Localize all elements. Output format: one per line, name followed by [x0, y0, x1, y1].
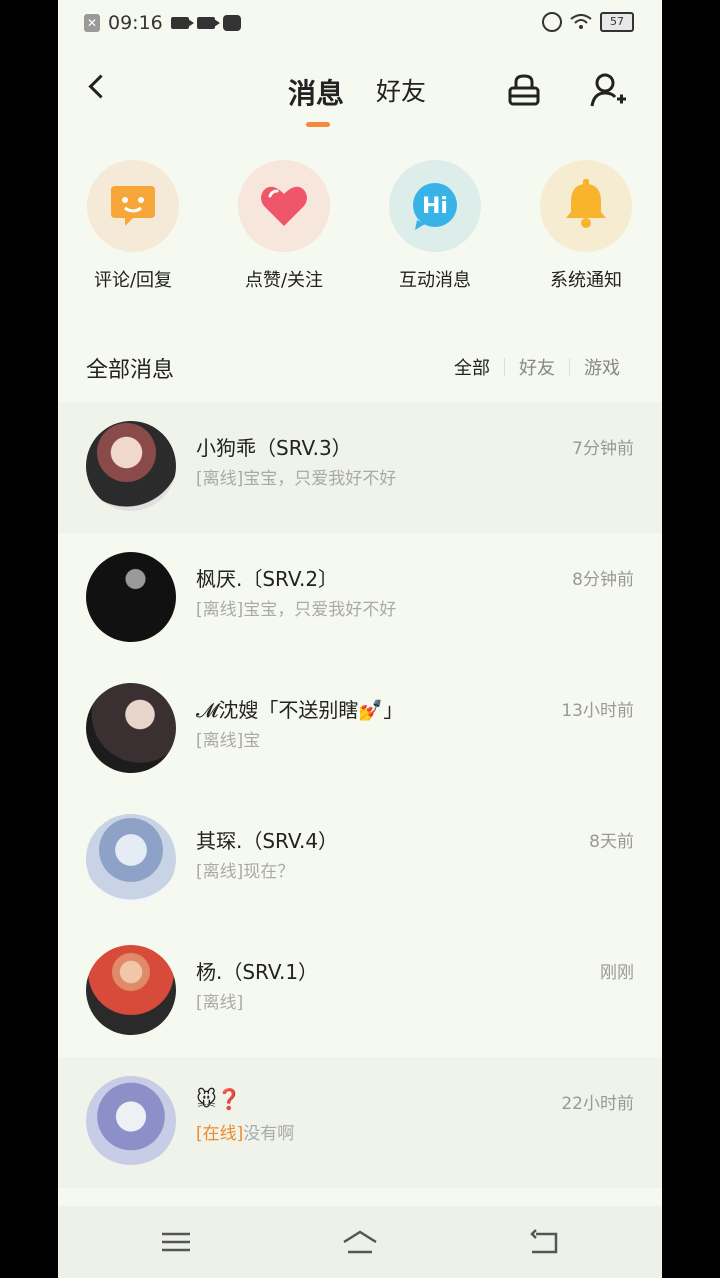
section-title: 全部消息	[86, 358, 175, 383]
contact-name: 小狗乖（SRV.3）	[196, 436, 352, 460]
contact-name: 𝓜沈嫂「不送别瞎💅」	[196, 698, 404, 722]
menu-icon[interactable]	[156, 1224, 196, 1260]
alarm-icon	[542, 12, 562, 32]
heart-icon	[261, 186, 307, 226]
category-likes-bg	[238, 160, 330, 252]
message-text: 宝宝，只爱我好不好	[243, 469, 397, 489]
active-tab-indicator	[306, 122, 330, 127]
back-nav-icon[interactable]	[524, 1224, 564, 1260]
status-badge: [在线]	[196, 1124, 244, 1144]
list-item[interactable]: 小狗乖（SRV.3） [离线]宝宝，只爱我好不好 7分钟前	[58, 402, 662, 533]
contact-name: 其琛.（SRV.4）	[196, 829, 339, 853]
category-label: 系统通知	[550, 270, 622, 291]
message-text: 现在？	[243, 862, 295, 882]
filter-friends[interactable]: 好友	[505, 354, 569, 380]
comment-icon	[111, 186, 155, 226]
list-item[interactable]: 枫厌.〔SRV.2〕 [离线]宝宝，只爱我好不好 8分钟前	[58, 533, 662, 664]
category-comments[interactable]: 评论/回复	[73, 160, 193, 292]
message-text: 没有啊	[243, 1124, 295, 1144]
status-right: 57	[542, 12, 634, 32]
timestamp: 刚刚	[600, 963, 634, 983]
category-interactions[interactable]: Hi 互动消息	[375, 160, 495, 292]
message-text: 宝宝，只爱我好不好	[243, 600, 397, 620]
contact-name: 杨.（SRV.1）	[196, 960, 319, 984]
app-notification-icon	[222, 15, 241, 31]
list-item[interactable]: 其琛.（SRV.4） [离线]现在？ 8天前	[58, 795, 662, 926]
message-categories: 评论/回复 点赞/关注 Hi 互动消息 系统通知	[58, 160, 662, 300]
list-item[interactable]: 杨.（SRV.1） [离线] 刚刚	[58, 926, 662, 1057]
message-filters: 全部 好友 游戏	[440, 354, 634, 380]
category-system-bg	[540, 160, 632, 252]
all-messages-header: 全部消息 全部 好友 游戏	[58, 340, 662, 390]
tab-messages[interactable]: 消息	[288, 72, 344, 112]
timestamp: 8天前	[589, 832, 634, 852]
timestamp: 13小时前	[561, 701, 634, 721]
avatar[interactable]	[86, 552, 176, 642]
status-badge: [离线]	[196, 600, 244, 620]
list-item[interactable]: 𝓜沈嫂「不送别瞎💅」 [离线]宝 13小时前	[58, 664, 662, 795]
contact-name: 🐭❓	[196, 1087, 242, 1111]
clean-icon[interactable]	[504, 70, 544, 110]
category-likes[interactable]: 点赞/关注	[224, 160, 344, 292]
message-preview: [离线]	[196, 988, 243, 1013]
battery-icon: 57	[600, 12, 634, 32]
back-button[interactable]	[84, 72, 114, 102]
category-label: 评论/回复	[93, 270, 173, 291]
video-icon-2	[196, 17, 220, 29]
tab-friends[interactable]: 好友	[376, 72, 426, 108]
message-preview: [离线]宝宝，只爱我好不好	[196, 595, 396, 620]
timestamp: 7分钟前	[572, 439, 634, 459]
avatar[interactable]	[86, 1076, 176, 1166]
home-icon[interactable]	[340, 1224, 380, 1260]
category-system[interactable]: 系统通知	[526, 160, 646, 292]
filter-all[interactable]: 全部	[440, 354, 504, 380]
filter-games[interactable]: 游戏	[570, 354, 634, 380]
avatar[interactable]	[86, 814, 176, 904]
avatar[interactable]	[86, 421, 176, 511]
category-label: 互动消息	[399, 270, 471, 291]
clock: 09:16	[108, 12, 163, 34]
avatar[interactable]	[86, 945, 176, 1035]
status-badge: [离线]	[196, 731, 244, 751]
category-comments-bg	[87, 160, 179, 252]
notification-close-icon: ✕	[84, 14, 100, 32]
svg-text:Hi: Hi	[422, 194, 448, 219]
timestamp: 8分钟前	[572, 570, 634, 590]
timestamp: 22小时前	[561, 1094, 634, 1114]
top-nav: 消息 好友	[58, 56, 662, 136]
avatar[interactable]	[86, 683, 176, 773]
status-left: ✕ 09:16	[84, 12, 241, 34]
status-badge: [离线]	[196, 862, 244, 882]
add-friend-icon[interactable]	[588, 70, 628, 110]
messages-screen: ✕ 09:16 57 消息 好友 评论/回复 点赞/关注 Hi 互动消息 系统通…	[58, 0, 662, 1278]
system-nav-bar	[58, 1206, 662, 1278]
message-preview: [离线]现在？	[196, 857, 294, 882]
status-badge: [离线]	[196, 469, 244, 489]
contact-name: 枫厌.〔SRV.2〕	[196, 567, 339, 591]
wifi-icon	[570, 14, 592, 29]
bell-icon	[566, 179, 606, 228]
category-label: 点赞/关注	[244, 270, 324, 291]
category-interactions-bg: Hi	[389, 160, 481, 252]
message-preview: [离线]宝宝，只爱我好不好	[196, 464, 396, 489]
message-preview: [离线]宝	[196, 726, 260, 751]
status-bar: ✕ 09:16 57	[58, 0, 662, 48]
list-item[interactable]: 🐭❓ [在线]没有啊 22小时前	[58, 1057, 662, 1188]
video-icon	[170, 17, 194, 29]
status-badge: [离线]	[196, 993, 244, 1013]
message-text: 宝	[243, 731, 261, 751]
hi-icon: Hi	[413, 183, 457, 230]
message-preview: [在线]没有啊	[196, 1119, 294, 1144]
